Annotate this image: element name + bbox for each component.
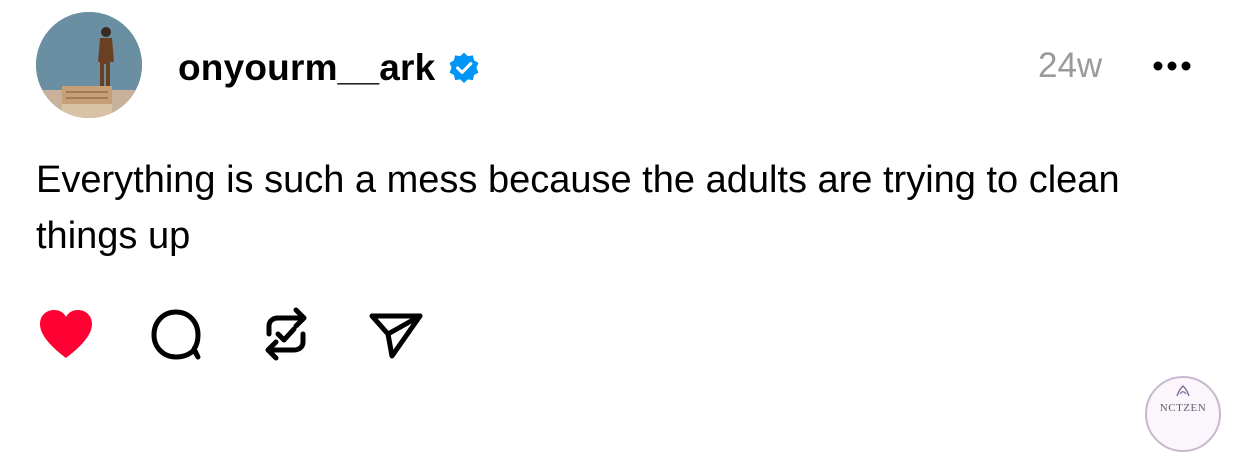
repost-button[interactable] (256, 304, 316, 364)
share-button[interactable] (366, 304, 426, 364)
reply-button[interactable] (146, 304, 206, 364)
avatar[interactable] (36, 12, 142, 118)
send-icon (369, 313, 423, 359)
timestamp: 24w (1038, 46, 1103, 85)
comment-icon (151, 309, 201, 360)
action-bar (36, 304, 426, 364)
watermark-flower-icon (1176, 384, 1190, 397)
watermark-logo: NCTZEN (1145, 376, 1221, 452)
like-button[interactable] (36, 304, 96, 364)
username[interactable]: onyourm__ark (178, 47, 435, 89)
more-options-icon[interactable] (1150, 56, 1194, 76)
author-row: onyourm__ark (178, 44, 481, 92)
heart-filled-icon (40, 310, 92, 358)
post-text: Everything is such a mess because the ad… (36, 159, 1120, 257)
verified-badge-icon (449, 52, 479, 83)
watermark-text: NCTZEN (1159, 402, 1207, 414)
repost-check-icon (265, 307, 307, 361)
